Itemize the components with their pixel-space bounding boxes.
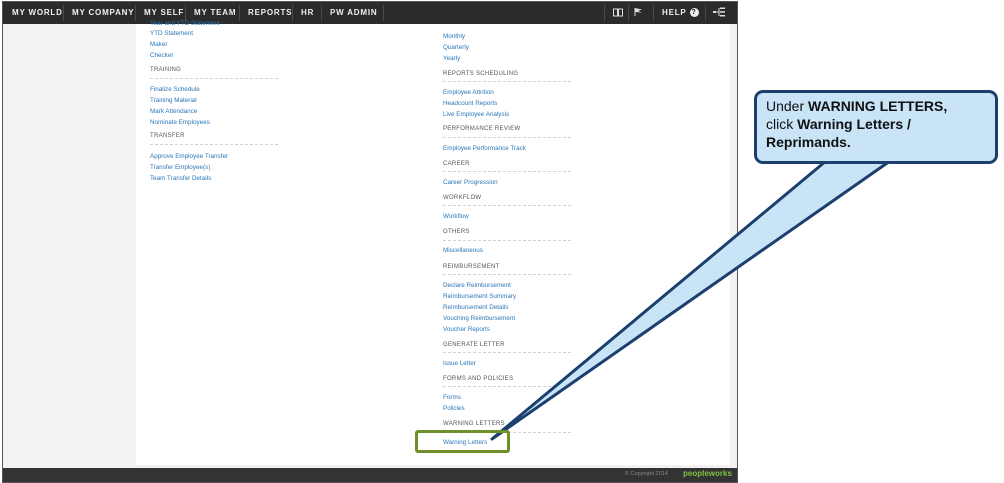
callout-line-2: click Warning Letters / [766,116,911,132]
instruction-callout-text: Under WARNING LETTERS, click Warning Let… [766,97,991,151]
target-highlight-box [415,430,510,453]
callout-line-1: Under WARNING LETTERS, [766,98,948,114]
callout-line-3: Reprimands. [766,134,851,150]
callout-pointer [490,159,892,441]
